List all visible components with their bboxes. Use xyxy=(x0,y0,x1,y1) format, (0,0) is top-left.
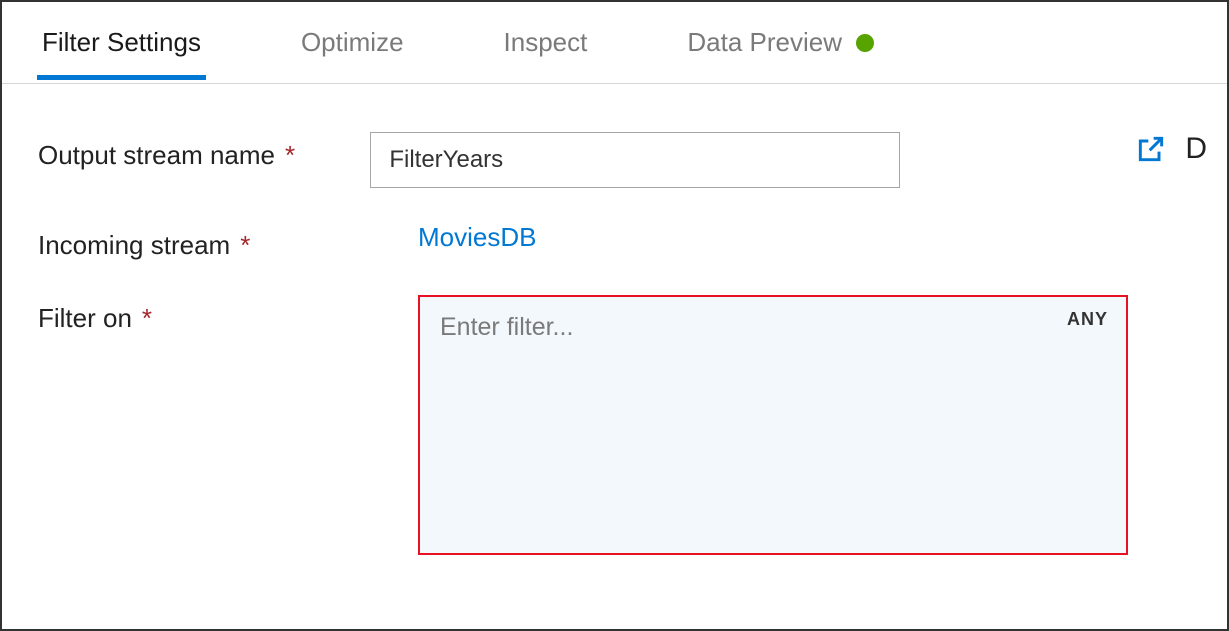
tab-bar: Filter Settings Optimize Inspect Data Pr… xyxy=(2,2,1227,84)
label-output-stream-name: Output stream name * xyxy=(38,132,370,171)
required-asterisk: * xyxy=(285,140,295,171)
tab-label: Data Preview xyxy=(687,27,842,58)
label-text: Filter on xyxy=(38,303,132,334)
output-stream-name-input[interactable] xyxy=(370,132,900,188)
row-incoming-stream: Incoming stream * MoviesDB xyxy=(38,222,1207,261)
filter-type-badge: ANY xyxy=(1067,309,1108,330)
truncated-text: D xyxy=(1185,132,1207,166)
row-filter-on: Filter on * Enter filter... ANY xyxy=(38,295,1207,555)
label-text: Output stream name xyxy=(38,140,275,171)
required-asterisk: * xyxy=(142,303,152,334)
side-actions: D xyxy=(1135,132,1207,166)
label-text: Incoming stream xyxy=(38,230,230,261)
tab-label: Inspect xyxy=(504,27,588,58)
tab-data-preview[interactable]: Data Preview xyxy=(687,7,874,78)
control-col: Enter filter... ANY xyxy=(418,295,1128,555)
filter-expression-input[interactable]: Enter filter... ANY xyxy=(418,295,1128,555)
tab-inspect[interactable]: Inspect xyxy=(504,7,588,78)
required-asterisk: * xyxy=(240,230,250,261)
tab-label: Optimize xyxy=(301,27,404,58)
control-col: MoviesDB xyxy=(418,222,1128,253)
tab-label: Filter Settings xyxy=(42,27,201,58)
tab-filter-settings[interactable]: Filter Settings xyxy=(42,7,201,78)
status-dot-icon xyxy=(856,34,874,52)
control-col xyxy=(370,132,1080,188)
incoming-stream-link[interactable]: MoviesDB xyxy=(418,222,536,253)
row-output-stream-name: Output stream name * D xyxy=(38,132,1207,188)
tab-optimize[interactable]: Optimize xyxy=(301,7,404,78)
label-incoming-stream: Incoming stream * xyxy=(38,222,418,261)
label-filter-on: Filter on * xyxy=(38,295,418,334)
open-external-icon[interactable] xyxy=(1135,133,1167,165)
filter-placeholder: Enter filter... xyxy=(440,313,573,341)
form-area: Output stream name * D Incoming stream *… xyxy=(2,84,1227,555)
